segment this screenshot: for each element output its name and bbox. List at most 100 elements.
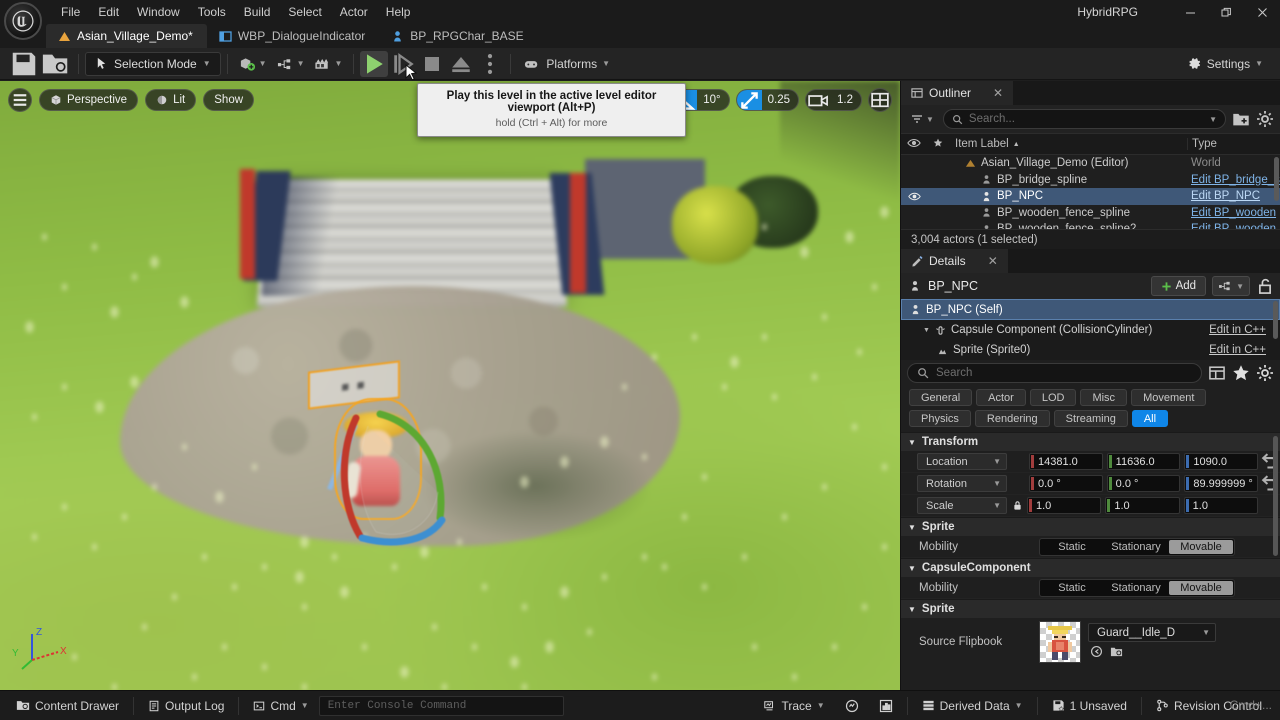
unsaved-button[interactable]: 1 Unsaved <box>1043 695 1136 717</box>
capsule-mobility-movable[interactable]: Movable <box>1169 580 1233 595</box>
level-viewport[interactable]: ■ ■ Perspective Lit Show 10° 0.25 1.2 Z … <box>0 81 900 690</box>
filter-chip-rendering[interactable]: Rendering <box>974 410 1050 427</box>
visibility-column-header[interactable] <box>901 138 927 151</box>
save-icon[interactable] <box>9 51 39 77</box>
capsule-mobility-static[interactable]: Static <box>1040 580 1104 596</box>
browse-asset-icon[interactable] <box>1090 645 1103 661</box>
cinematics-button[interactable]: ▼ <box>309 51 347 77</box>
play-more-options-button[interactable] <box>476 51 504 77</box>
content-drawer-button[interactable]: Content Drawer <box>7 695 128 717</box>
filter-chip-actor[interactable]: Actor <box>976 389 1026 406</box>
sprite-flipbook-section-header[interactable]: ▼ Sprite <box>901 599 1280 618</box>
sprite-mobility-group[interactable]: Static Stationary Movable <box>1039 537 1235 556</box>
scale-dropdown[interactable]: Scale ▼ <box>917 497 1007 514</box>
revision-control-button[interactable]: Revision Control <box>1147 695 1271 717</box>
viewport-perspective-button[interactable]: Perspective <box>39 89 139 111</box>
filter-chip-streaming[interactable]: Streaming <box>1053 410 1128 427</box>
filter-chip-misc[interactable]: Misc <box>1080 389 1128 406</box>
details-favorites-icon[interactable] <box>1232 364 1250 382</box>
trace-button[interactable]: Trace ▼ <box>754 695 833 717</box>
platforms-button[interactable]: Platforms ▼ <box>517 51 617 77</box>
settings-button[interactable]: Settings ▼ <box>1180 51 1270 77</box>
details-settings-icon[interactable] <box>1256 364 1274 382</box>
details-columns-icon[interactable] <box>1208 364 1226 382</box>
close-icon[interactable] <box>1244 0 1280 24</box>
row-type[interactable]: Edit BP_NPC <box>1187 190 1280 202</box>
output-log-button[interactable]: Output Log <box>139 695 233 717</box>
browse-content-icon[interactable] <box>41 51 71 77</box>
outliner-new-folder-icon[interactable] <box>1232 110 1250 128</box>
details-properties-scroll[interactable]: ▼ Transform Location ▼ 14381.0 11636.0 1… <box>901 432 1280 686</box>
rotation-x-input[interactable]: 0.0 ° <box>1029 475 1103 492</box>
selected-npc-actor[interactable]: ■ ■ <box>300 360 480 556</box>
capsule-mobility-group[interactable]: Static Stationary Movable <box>1039 578 1235 597</box>
outliner-search-input[interactable] <box>968 113 1204 125</box>
camera-speed-control[interactable]: 1.2 <box>805 89 862 111</box>
filter-chip-general[interactable]: General <box>909 389 973 406</box>
outliner-row-bp-npc[interactable]: BP_NPC Edit BP_NPC <box>901 188 1280 205</box>
tab-asian-village-demo[interactable]: Asian_Village_Demo* <box>46 24 207 48</box>
outliner-filter-button[interactable]: ▼ <box>907 110 937 128</box>
properties-scrollbar[interactable] <box>1273 436 1278 556</box>
pin-column-header[interactable] <box>927 138 949 151</box>
viewport-menu-icon[interactable] <box>8 88 32 112</box>
add-component-button[interactable]: Add <box>1150 276 1207 296</box>
guard-sprite-thumbnail[interactable] <box>1039 621 1081 663</box>
sprite-mobility-section-header[interactable]: ▼ Sprite <box>901 517 1280 536</box>
close-icon[interactable]: ✕ <box>988 254 998 268</box>
location-x-input[interactable]: 14381.0 <box>1029 453 1103 470</box>
scale-snap-control[interactable]: 0.25 <box>735 89 799 111</box>
derived-data-button[interactable]: Derived Data ▼ <box>913 695 1032 717</box>
row-visibility-toggle[interactable] <box>901 192 927 201</box>
tab-wbp-dialogue-indicator[interactable]: WBP_DialogueIndicator <box>207 24 379 48</box>
tab-bp-rpgchar-base[interactable]: BP_RPGChar_BASE <box>379 24 537 48</box>
row-type[interactable]: Edit BP_wooden <box>1187 207 1280 219</box>
outliner-row-bp-bridge-spline[interactable]: BP_bridge_spline Edit BP_bridge_s <box>901 172 1280 189</box>
source-flipbook-dropdown[interactable]: Guard__Idle_D ▼ <box>1088 623 1216 642</box>
rotation-z-input[interactable]: 89.999999 ° <box>1184 475 1259 492</box>
viewport-show-button[interactable]: Show <box>203 89 255 111</box>
row-type[interactable]: Edit BP_wooden <box>1187 223 1280 229</box>
stop-button[interactable] <box>418 51 446 77</box>
scale-z-input[interactable]: 1.0 <box>1183 497 1258 514</box>
filter-chip-all[interactable]: All <box>1131 410 1169 427</box>
outliner-row-bp-wooden-fence-spline2[interactable]: BP_wooden_fence_spline2 Edit BP_wooden <box>901 221 1280 229</box>
viewport-layout-icon[interactable] <box>868 88 892 112</box>
component-tree[interactable]: BP_NPC (Self) ▼ Capsule Component (Collisi… <box>901 299 1280 360</box>
outliner-settings-icon[interactable] <box>1256 110 1274 128</box>
expand-arrow-icon[interactable]: ▼ <box>923 327 930 334</box>
sprite-mobility-movable[interactable]: Movable <box>1169 539 1233 554</box>
location-dropdown[interactable]: Location ▼ <box>917 453 1007 470</box>
cmd-dropdown[interactable]: Cmd ▼ <box>244 695 317 717</box>
viewport-lit-button[interactable]: Lit <box>145 89 197 111</box>
menu-build[interactable]: Build <box>235 2 280 22</box>
tab-details[interactable]: Details ✕ <box>901 249 1008 273</box>
menu-help[interactable]: Help <box>377 2 420 22</box>
details-search-box[interactable] <box>907 363 1202 383</box>
menu-select[interactable]: Select <box>279 2 330 22</box>
outliner-scrollbar[interactable] <box>1274 157 1279 201</box>
minimize-icon[interactable] <box>1172 0 1208 24</box>
edit-in-cpp-link[interactable]: Edit in C++ <box>1209 344 1280 356</box>
rotation-gizmo[interactable] <box>318 396 468 546</box>
unreal-engine-logo-icon[interactable] <box>4 2 42 40</box>
chevron-down-icon[interactable]: ▼ <box>1209 115 1217 124</box>
find-in-content-icon[interactable] <box>1110 645 1123 661</box>
create-actor-button[interactable]: ▼ <box>234 51 272 77</box>
menu-file[interactable]: File <box>52 2 89 22</box>
menu-edit[interactable]: Edit <box>89 2 128 22</box>
type-column-header[interactable]: Type <box>1187 138 1280 150</box>
lock-details-icon[interactable] <box>1256 277 1274 295</box>
component-tree-scrollbar[interactable] <box>1273 301 1278 339</box>
component-row-sprite-sprite0[interactable]: Sprite (Sprite0) Edit in C++ <box>901 340 1280 360</box>
details-filter-chips[interactable]: General Actor LOD Misc Movement Physics Render… <box>901 386 1280 432</box>
rotation-y-input[interactable]: 0.0 ° <box>1106 475 1181 492</box>
blueprints-button[interactable]: ▼ <box>272 51 310 77</box>
console-command-input[interactable] <box>318 695 564 716</box>
selection-mode-button[interactable]: Selection Mode ▼ <box>85 51 221 76</box>
menu-window[interactable]: Window <box>128 2 189 22</box>
scale-y-input[interactable]: 1.0 <box>1105 497 1180 514</box>
edit-in-cpp-link[interactable]: Edit in C++ <box>1209 324 1280 336</box>
tab-outliner[interactable]: Outliner ✕ <box>901 81 1014 105</box>
filter-chip-lod[interactable]: LOD <box>1029 389 1077 406</box>
